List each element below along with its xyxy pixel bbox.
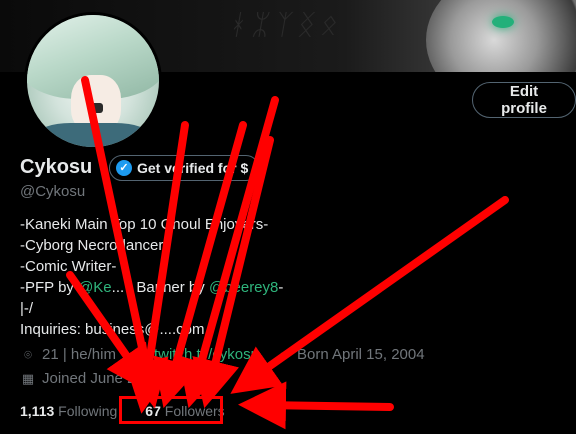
following-link[interactable]: 1,113 Following [20,403,117,419]
following-label: Following [58,403,118,419]
link-icon: 🔗 [131,346,149,362]
bio-link-pfp[interactable]: @Ke [78,279,112,296]
get-verified-label: Get verified for $ [137,160,249,176]
birth-date: Born April 15, 2004 [296,346,425,363]
bio-line: |-/ [20,300,34,317]
website-link[interactable]: twitch.tv/cykosu [154,346,259,363]
bio-line: -Kaneki Main Top 10 Ghoul Enjoyers- [20,216,269,233]
verified-badge-icon: ✓ [116,160,132,176]
display-name: Cykosu [20,156,93,178]
bio: -Kaneki Main Top 10 Ghoul Enjoyers- -Cyb… [20,214,283,340]
balloon-icon: ○ [279,346,287,362]
edit-profile-button[interactable]: Edit profile [472,82,576,118]
annotation-arrow [238,381,394,430]
location-icon: ⌾ [24,346,32,362]
profile-meta-row: ⌾ 21 | he/him 🔗 twitch.tv/cykosu ○ Born … [20,346,425,363]
bio-line: Inquiries: business@....com [20,321,205,338]
bio-line: -Comic Writer- [20,258,117,275]
bio-line-pfp: -PFP by @Ke... | Banner by @beerey8- [20,279,284,296]
banner-figure-eye [492,16,514,28]
avatar-mask [89,103,103,113]
bio-line: -Cyborg Necrodancer- [20,237,169,254]
bio-link-banner[interactable]: @beerey8 [209,279,278,296]
calendar-icon: ▦ [21,370,35,386]
following-count: 1,113 [20,403,55,419]
get-verified-button[interactable]: ✓ Get verified for $ [109,155,260,181]
banner-figure [426,0,576,72]
age-pronouns: 21 | he/him [42,346,116,363]
user-handle: @Cykosu [20,183,86,200]
joined-date: Joined June 2018 [42,370,161,387]
followers-highlight-box [119,396,223,424]
avatar[interactable] [24,12,162,150]
avatar-shirt [37,123,149,147]
banner-graffiti: ᚼᛯᛉᛝᛟ [227,8,347,41]
profile-joined-row: ▦ Joined June 2018 [20,370,161,387]
